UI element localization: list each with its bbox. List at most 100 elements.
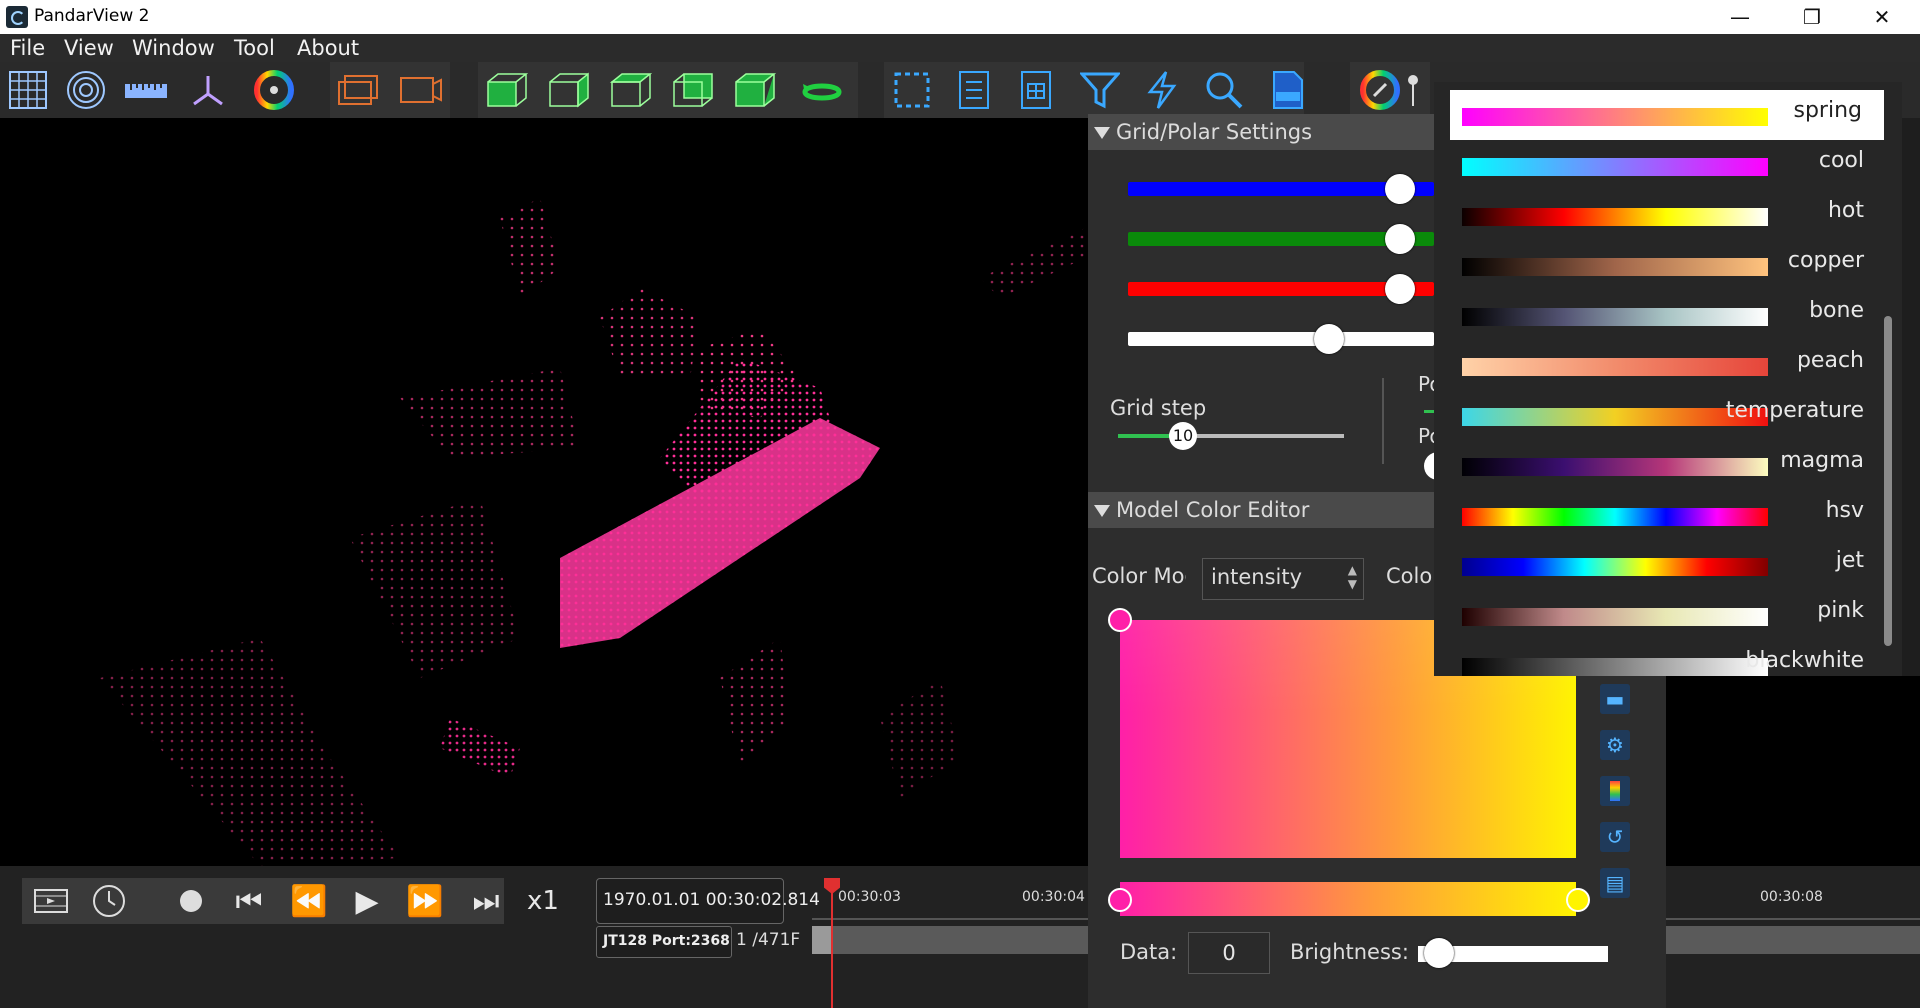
colorbar-icon[interactable] (1600, 776, 1630, 806)
white-slider[interactable] (1128, 332, 1434, 346)
list-icon[interactable] (946, 65, 1002, 115)
maximize-button[interactable]: ❐ (1782, 0, 1842, 34)
colormap-option-temperature[interactable]: temperature (1434, 390, 1902, 440)
bar-icon[interactable]: ▬ (1600, 684, 1630, 714)
speed-button[interactable]: x1 (520, 878, 566, 924)
gradient-bar-end-handle[interactable] (1566, 888, 1590, 912)
grid-icon[interactable] (0, 65, 56, 115)
brightness-handle[interactable] (1424, 938, 1454, 968)
data-label: Data: (1120, 940, 1178, 964)
record-icon[interactable] (168, 878, 214, 924)
select-box-icon[interactable] (884, 65, 940, 115)
gear-icon[interactable]: ⚙ (1600, 730, 1630, 760)
colormap-option-blackwhite[interactable]: blackwhite (1434, 640, 1902, 676)
ruler-icon[interactable] (118, 65, 174, 115)
pcd-icon[interactable] (1260, 65, 1316, 115)
timestamp-box[interactable]: 1970.01.01 00:30:02.814 (596, 878, 820, 924)
model-color-header[interactable]: Model Color Editor (1088, 492, 1434, 528)
lightning-icon[interactable] (1134, 65, 1190, 115)
color-mode-select[interactable]: intensity ▲ ▼ (1202, 558, 1364, 600)
colormap-option-hsv[interactable]: hsv (1434, 490, 1902, 540)
pin-icon[interactable] (1398, 65, 1428, 115)
colormap-option-copper[interactable]: copper (1434, 240, 1902, 290)
colormap-option-pink[interactable]: pink (1434, 590, 1902, 640)
colormap-option-hot[interactable]: hot (1434, 190, 1902, 240)
grid-step-handle[interactable]: 10 (1169, 422, 1197, 450)
divider (1382, 378, 1384, 464)
colormap-option-bone[interactable]: bone (1434, 290, 1902, 340)
axis-icon[interactable] (180, 65, 236, 115)
colormap-option-magma[interactable]: magma (1434, 440, 1902, 490)
skip-end-icon[interactable]: ⏭ (458, 878, 514, 924)
cube-iso-icon[interactable] (726, 65, 782, 115)
collapse-icon (1094, 127, 1110, 139)
white-slider-handle[interactable] (1314, 324, 1344, 354)
grid-polar-panel: Grid/Polar Settings Grid step 10 Po Po (1088, 114, 1442, 492)
color-mode-value: intensity (1211, 565, 1303, 589)
cube-side-icon[interactable] (540, 65, 596, 115)
menu-tool[interactable]: Tool (234, 34, 275, 62)
grid-polar-header[interactable]: Grid/Polar Settings (1088, 114, 1434, 150)
menu-window[interactable]: Window (132, 34, 215, 62)
blue-slider-handle[interactable] (1385, 174, 1415, 204)
red-slider-handle[interactable] (1385, 274, 1415, 304)
colormap-option-peach[interactable]: peach (1434, 340, 1902, 390)
reset-icon[interactable]: ↺ (1600, 822, 1630, 852)
clock-icon[interactable] (84, 878, 134, 924)
brightness-label: Brightness: (1290, 940, 1409, 964)
colormap-name: pink (1817, 598, 1864, 623)
gradient-start-handle[interactable] (1108, 608, 1132, 632)
table-icon[interactable] (1008, 65, 1064, 115)
film-icon[interactable] (26, 878, 76, 924)
gradient-bar[interactable] (1120, 882, 1576, 916)
colormap-swatch (1462, 458, 1768, 476)
colormap-name: temperature (1725, 398, 1864, 423)
app-logo-icon (6, 6, 28, 28)
colormap-swatch (1462, 358, 1768, 376)
green-slider-handle[interactable] (1385, 224, 1415, 254)
viewer-right (1666, 676, 1920, 866)
polar-slider[interactable] (1424, 410, 1434, 413)
frame-icon[interactable] (330, 65, 386, 115)
colormap-swatch (1462, 608, 1768, 626)
skip-start-icon[interactable]: ⏮ (224, 878, 274, 924)
colormap-name: spring (1793, 98, 1863, 123)
search-icon[interactable] (1196, 65, 1252, 115)
fast-forward-icon[interactable]: ⏩ (400, 878, 450, 924)
colormap-option-cool[interactable]: cool (1434, 140, 1902, 190)
title-bar: PandarView 2 — ❐ ✕ (0, 0, 1920, 34)
spin-arrows-icon[interactable]: ▲ ▼ (1348, 563, 1357, 591)
data-input[interactable]: 0 (1188, 932, 1270, 974)
polar-icon[interactable] (58, 65, 114, 115)
colormap-option-spring[interactable]: spring (1450, 90, 1884, 140)
colormap-name: cool (1818, 148, 1864, 173)
filter-icon[interactable] (1072, 65, 1128, 115)
rotate-icon[interactable] (794, 65, 850, 115)
menu-view[interactable]: View (64, 34, 114, 62)
gradient-bar-start-handle[interactable] (1108, 888, 1132, 912)
save-file-icon[interactable]: ▤ (1600, 868, 1630, 898)
timestamp: 1970.01.01 00:30:02.814 (603, 890, 820, 910)
rewind-icon[interactable]: ⏪ (284, 878, 334, 924)
timeline-progress (812, 926, 832, 954)
menu-file[interactable]: File (10, 34, 45, 62)
cube-front-icon[interactable] (478, 65, 534, 115)
grid-step-label: Grid step (1110, 396, 1207, 420)
point-cloud (100, 198, 1085, 866)
device-label: JT128 Port:2368 (603, 933, 730, 949)
cube-top-icon[interactable] (602, 65, 658, 115)
frame-count: 1 /471F (736, 930, 801, 950)
colormap-swatch (1462, 108, 1768, 126)
point-cloud-viewer[interactable] (0, 118, 1090, 866)
color-wheel-icon[interactable] (246, 65, 302, 115)
color-mode-label: Color Mode (1092, 564, 1186, 588)
frame-record-icon[interactable] (392, 65, 448, 115)
close-button[interactable]: ✕ (1852, 0, 1912, 34)
minimize-button[interactable]: — (1710, 0, 1770, 34)
play-icon[interactable]: ▶ (344, 878, 390, 924)
colormap-option-jet[interactable]: jet (1434, 540, 1902, 590)
dropdown-scrollbar[interactable] (1884, 316, 1892, 646)
app-title: PandarView 2 (34, 6, 150, 26)
menu-about[interactable]: About (297, 34, 359, 62)
cube-back-icon[interactable] (664, 65, 720, 115)
